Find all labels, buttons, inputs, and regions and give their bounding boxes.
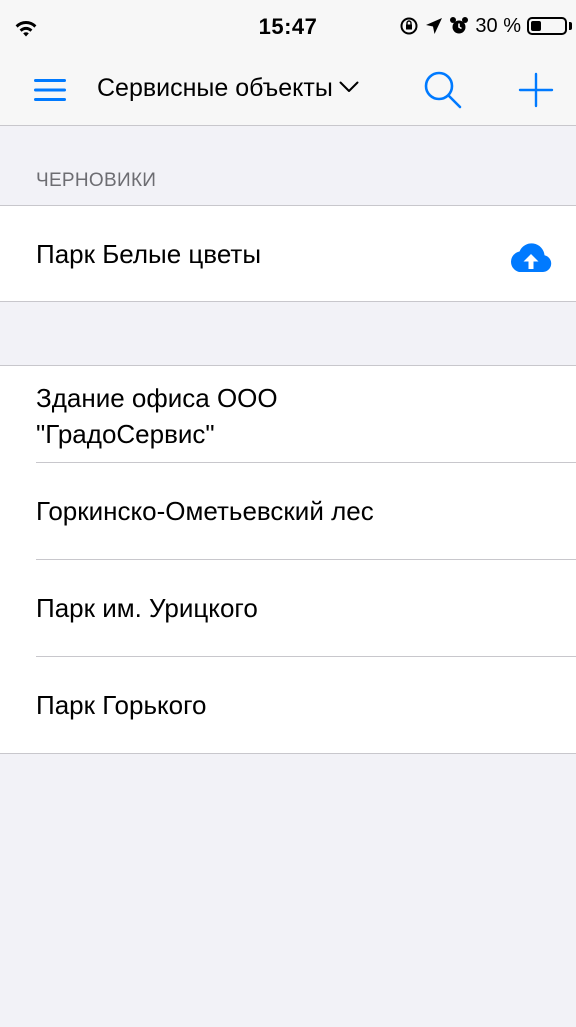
status-right: 30 %: [399, 14, 572, 38]
nav-bar: Сервисные объекты: [0, 56, 576, 126]
orientation-lock-icon: [400, 17, 418, 35]
list-item-label: Парк им. Урицкого: [36, 593, 258, 623]
cloud-upload-icon[interactable]: [508, 241, 552, 273]
list-item-label: Здание офиса ООО "ГрадоСервис": [36, 383, 278, 449]
battery-percent: 30 %: [475, 14, 521, 37]
objects-list: Здание офиса ООО "ГрадоСервис" Горкинско…: [0, 365, 576, 754]
alarm-icon: [450, 17, 469, 34]
list-item[interactable]: Горкинско-Ометьевский лес: [0, 463, 576, 560]
list-item[interactable]: Парк им. Урицкого: [0, 560, 576, 657]
search-icon[interactable]: [420, 68, 464, 112]
nav-title: Сервисные объекты: [97, 74, 333, 102]
battery-icon: [527, 17, 567, 35]
nav-title-dropdown[interactable]: Сервисные объекты: [97, 74, 359, 103]
list-item[interactable]: Парк Белые цветы: [0, 206, 576, 301]
status-bar: 15:47 30 %: [0, 0, 576, 56]
list-item[interactable]: Парк Горького: [0, 657, 576, 753]
chevron-down-icon: [339, 81, 359, 92]
drafts-list: Парк Белые цветы: [0, 205, 576, 302]
menu-icon[interactable]: [34, 78, 66, 102]
list-item-label: Парк Белые цветы: [36, 239, 262, 269]
plus-icon[interactable]: [514, 68, 558, 112]
battery-tip: [569, 22, 572, 30]
section-header-drafts: ЧЕРНОВИКИ: [36, 170, 157, 191]
location-arrow-icon: [426, 18, 443, 34]
list-item-label: Горкинско-Ометьевский лес: [36, 496, 374, 526]
battery-level: [531, 21, 541, 31]
list-item[interactable]: Здание офиса ООО "ГрадоСервис": [0, 366, 576, 463]
list-item-label: Парк Горького: [36, 690, 207, 720]
